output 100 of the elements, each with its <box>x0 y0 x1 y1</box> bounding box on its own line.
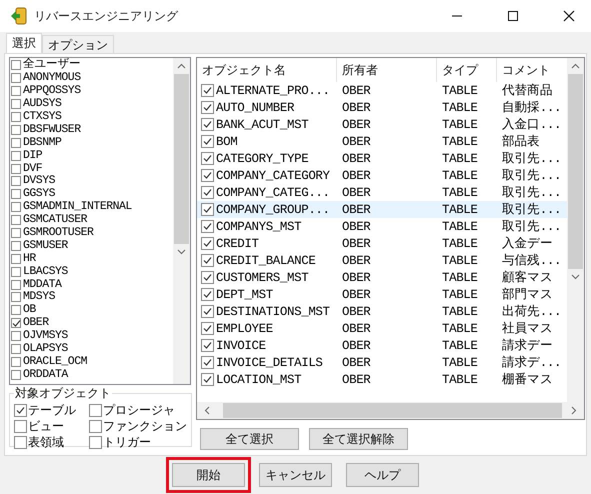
table-cell-text: 部門マス <box>502 286 552 303</box>
checkbox[interactable] <box>11 150 21 161</box>
checkbox-label: プロシージャ <box>103 402 175 418</box>
button[interactable]: 開始 <box>172 463 245 487</box>
checkbox[interactable] <box>201 135 214 148</box>
scroll-up-icon[interactable] <box>177 63 186 69</box>
checkbox[interactable] <box>11 318 21 328</box>
checkbox[interactable] <box>89 420 102 432</box>
checkbox[interactable] <box>11 73 21 84</box>
checkbox-label: ファンクション <box>103 418 187 434</box>
table-cell: COMPANYS_MST <box>216 220 302 234</box>
column-header[interactable]: オブジェクト名 <box>197 58 337 82</box>
table-cell-text: 取引先... <box>502 218 562 235</box>
column-header[interactable]: タイプ <box>437 58 497 82</box>
table-cell: OBER <box>342 118 370 132</box>
checkbox[interactable] <box>11 99 21 110</box>
tab[interactable]: オプション <box>42 35 114 53</box>
checkbox[interactable] <box>11 189 21 200</box>
checkbox[interactable] <box>11 240 21 251</box>
column-header[interactable]: コメント <box>497 58 567 82</box>
table-cell: OBER <box>342 134 370 148</box>
checkbox[interactable] <box>11 60 21 70</box>
close-icon[interactable] <box>563 10 575 22</box>
user-label: GSMUSER <box>23 240 68 252</box>
checkbox[interactable] <box>89 404 102 416</box>
table-cell: TABLE <box>442 186 478 200</box>
checkbox[interactable] <box>11 138 21 148</box>
table-cell: TABLE <box>442 84 478 98</box>
checkbox[interactable] <box>11 344 21 354</box>
table-cell: OBER <box>342 356 370 370</box>
checkbox[interactable] <box>201 152 214 165</box>
checkbox-label: ビュー <box>28 418 64 434</box>
scroll-right-icon[interactable] <box>571 406 577 415</box>
scroll-down-icon[interactable] <box>177 249 186 255</box>
table-cell: OBER <box>342 304 370 318</box>
checkbox[interactable] <box>11 292 21 302</box>
checkbox[interactable] <box>201 169 214 182</box>
table-cell-text: 顧客マス <box>502 270 552 286</box>
maximize-icon[interactable] <box>507 10 519 22</box>
table-cell: OBER <box>342 254 370 268</box>
button[interactable]: 全て選択解除 <box>309 428 408 450</box>
table-cell-text: 取引先... <box>502 202 562 218</box>
checkbox[interactable] <box>201 118 214 131</box>
checkbox[interactable] <box>201 186 214 199</box>
checkbox[interactable] <box>11 280 21 290</box>
checkbox[interactable] <box>201 305 214 318</box>
checkbox[interactable] <box>11 266 21 277</box>
button[interactable]: 全て選択 <box>200 428 299 450</box>
checkbox[interactable] <box>11 164 21 174</box>
checkbox[interactable] <box>201 254 214 267</box>
user-label: DVSYS <box>23 175 56 188</box>
group-title: 対象オブジェクト <box>14 385 112 402</box>
checkbox[interactable] <box>11 124 21 135</box>
app-icon <box>10 7 28 25</box>
column-header[interactable]: 所有者 <box>337 58 437 82</box>
checkbox[interactable] <box>11 254 21 264</box>
checkbox[interactable] <box>11 215 21 226</box>
tab[interactable]: 選択 <box>6 33 42 53</box>
checkbox[interactable] <box>201 101 214 114</box>
table-cell: CUSTOMERS_MST <box>216 270 308 284</box>
button[interactable]: ヘルプ <box>346 463 419 487</box>
checkbox[interactable] <box>201 356 214 369</box>
scrollbar[interactable] <box>173 58 190 384</box>
checkbox[interactable] <box>11 228 21 238</box>
checkbox[interactable] <box>201 339 214 352</box>
checkbox[interactable] <box>201 373 214 386</box>
button[interactable]: キャンセル <box>259 463 332 487</box>
checkbox[interactable] <box>201 271 214 284</box>
table-cell: TABLE <box>442 236 478 250</box>
checkbox[interactable] <box>11 370 21 380</box>
scroll-left-icon[interactable] <box>204 406 210 415</box>
checkbox[interactable] <box>11 202 21 212</box>
checkbox[interactable] <box>201 84 214 97</box>
checkbox[interactable] <box>201 322 214 335</box>
scroll-down-icon[interactable] <box>571 274 580 280</box>
table-cell: ALTERNATE_PRO... <box>216 84 330 98</box>
checkbox[interactable] <box>11 331 21 342</box>
checkbox[interactable] <box>11 86 21 96</box>
horizontal-scrollbar[interactable] <box>197 402 584 419</box>
scrollbar[interactable] <box>567 58 584 402</box>
checkbox[interactable] <box>89 436 102 448</box>
checkbox[interactable] <box>11 176 21 186</box>
scroll-up-icon[interactable] <box>571 63 580 69</box>
checkbox[interactable] <box>201 288 214 301</box>
user-label: GSMROOTUSER <box>23 227 94 240</box>
checkbox[interactable] <box>11 112 21 122</box>
table-cell: INVOICE <box>216 338 266 352</box>
table-cell: OBER <box>342 338 370 352</box>
checkbox[interactable] <box>14 436 27 448</box>
checkbox[interactable] <box>11 356 21 367</box>
checkbox[interactable] <box>201 203 214 216</box>
table-cell-text: 請求デー <box>502 338 552 354</box>
checkbox[interactable] <box>201 220 214 233</box>
checkbox[interactable] <box>14 404 27 416</box>
selected-row[interactable]: COMPANY_GROUP... OBER TABLE 取引先... <box>197 201 567 218</box>
table-cell: DEPT_MST <box>216 288 273 302</box>
table-cell-text: 棚番マス <box>502 372 552 388</box>
checkbox[interactable] <box>14 420 27 432</box>
checkbox[interactable] <box>201 237 214 250</box>
checkbox[interactable] <box>11 305 21 316</box>
